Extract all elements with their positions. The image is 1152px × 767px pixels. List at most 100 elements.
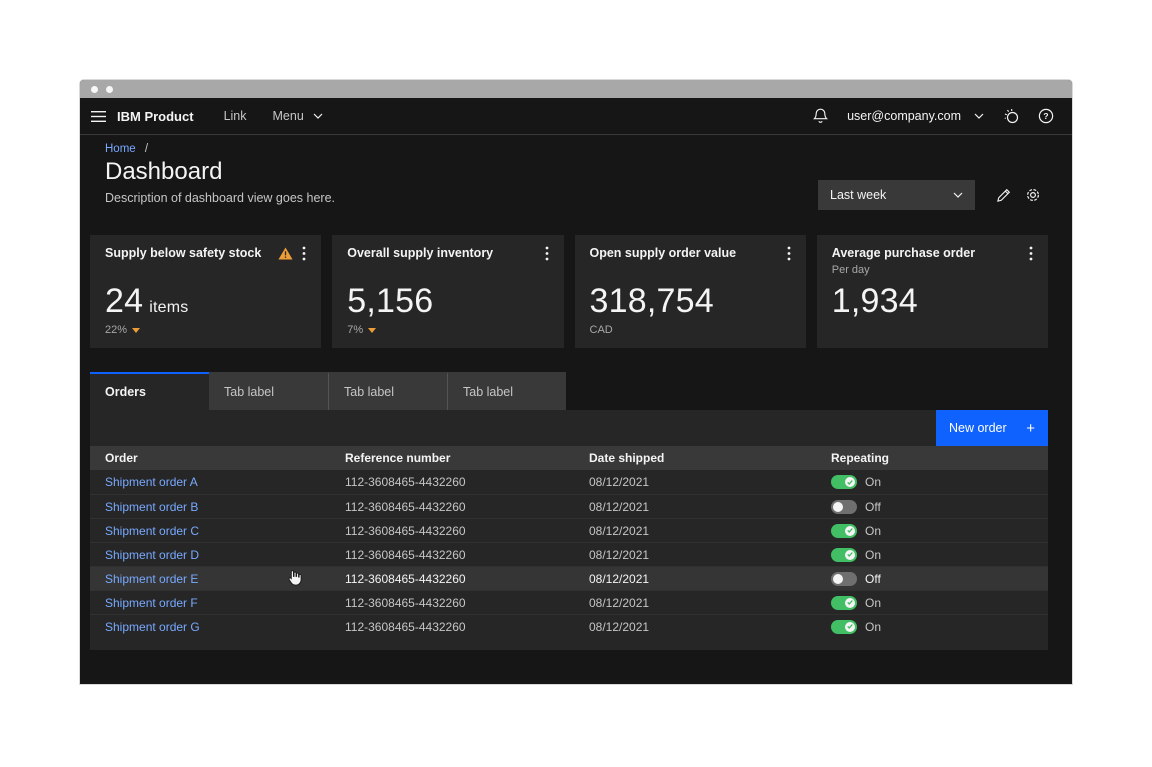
repeating-cell: On bbox=[831, 548, 1048, 562]
page-description: Description of dashboard view goes here. bbox=[105, 191, 335, 205]
pencil-icon bbox=[996, 188, 1011, 203]
tab-label-1[interactable]: Tab label bbox=[209, 372, 328, 410]
table-row[interactable]: Shipment order A112-3608465-443226008/12… bbox=[90, 470, 1048, 494]
tab-label-3[interactable]: Tab label bbox=[447, 372, 566, 410]
order-link[interactable]: Shipment order D bbox=[105, 548, 199, 562]
date-shipped-cell: 08/12/2021 bbox=[589, 572, 831, 586]
menu-toggle-button[interactable] bbox=[80, 98, 117, 135]
overflow-menu-button[interactable] bbox=[787, 246, 791, 261]
column-header-reference[interactable]: Reference number bbox=[345, 451, 589, 465]
nav-menu[interactable]: Menu bbox=[273, 109, 323, 123]
column-header-order[interactable]: Order bbox=[90, 451, 345, 465]
date-shipped-cell: 08/12/2021 bbox=[589, 500, 831, 514]
order-link[interactable]: Shipment order G bbox=[105, 620, 200, 634]
kebab-icon bbox=[302, 246, 306, 261]
overflow-menu-button[interactable] bbox=[545, 246, 549, 261]
reference-number-cell: 112-3608465-4432260 bbox=[345, 596, 589, 610]
order-cell: Shipment order F bbox=[90, 596, 345, 610]
theme-awake-button[interactable] bbox=[997, 102, 1025, 130]
order-cell: Shipment order E bbox=[90, 572, 345, 586]
repeating-toggle[interactable] bbox=[831, 596, 857, 610]
bell-icon bbox=[813, 108, 828, 124]
metric-delta-value: 7% bbox=[347, 324, 363, 336]
column-header-repeating[interactable]: Repeating bbox=[831, 451, 1048, 465]
metric-card-value: 318,754 bbox=[590, 281, 714, 321]
order-cell: Shipment order D bbox=[90, 548, 345, 562]
window-control-dot[interactable] bbox=[91, 86, 98, 93]
repeating-toggle[interactable] bbox=[831, 524, 857, 538]
toggle-knob bbox=[833, 574, 843, 584]
toggle-knob bbox=[845, 598, 855, 608]
overflow-menu-button[interactable] bbox=[302, 246, 306, 261]
date-shipped-cell: 08/12/2021 bbox=[589, 475, 831, 489]
warning-icon bbox=[278, 247, 293, 260]
plus-icon: + bbox=[1026, 421, 1035, 436]
kebab-icon bbox=[545, 246, 549, 261]
toggle-knob bbox=[845, 477, 855, 487]
table-row[interactable]: Shipment order F112-3608465-443226008/12… bbox=[90, 590, 1048, 614]
edit-dashboard-button[interactable] bbox=[988, 180, 1018, 210]
metric-delta: 22% bbox=[105, 324, 140, 336]
metric-value-number: 318,754 bbox=[590, 282, 714, 320]
metric-value-number: 24 bbox=[105, 282, 143, 320]
caret-down-icon bbox=[368, 328, 376, 333]
repeating-toggle[interactable] bbox=[831, 620, 857, 634]
toggle-state-label: Off bbox=[865, 500, 881, 514]
repeating-cell: On bbox=[831, 596, 1048, 610]
breadcrumb-separator: / bbox=[145, 143, 148, 155]
tab-orders[interactable]: Orders bbox=[90, 372, 209, 410]
app-window: IBM Product Link Menu user@company.com bbox=[80, 80, 1072, 684]
window-control-dot[interactable] bbox=[106, 86, 113, 93]
toggle-state-label: Off bbox=[865, 572, 881, 586]
new-order-button[interactable]: New order + bbox=[936, 410, 1048, 446]
table-row[interactable]: Shipment order E112-3608465-443226008/12… bbox=[90, 566, 1048, 590]
table-row[interactable]: Shipment order C112-3608465-443226008/12… bbox=[90, 518, 1048, 542]
user-menu[interactable]: user@company.com bbox=[847, 109, 984, 123]
metric-delta: 7% bbox=[347, 324, 376, 336]
tab-label-2[interactable]: Tab label bbox=[328, 372, 447, 410]
toggle-state-label: On bbox=[865, 620, 881, 634]
order-link[interactable]: Shipment order A bbox=[105, 475, 198, 489]
order-link[interactable]: Shipment order F bbox=[105, 596, 198, 610]
overflow-menu-button[interactable] bbox=[1029, 246, 1033, 261]
breadcrumb: Home / bbox=[105, 143, 148, 155]
window-titlebar[interactable] bbox=[80, 80, 1072, 98]
metric-card-value: 24items bbox=[105, 281, 188, 328]
metric-card-header: Overall supply inventory bbox=[347, 246, 548, 261]
order-link[interactable]: Shipment order E bbox=[105, 572, 198, 586]
chevron-down-icon bbox=[974, 113, 984, 119]
table-row[interactable]: Shipment order D112-3608465-443226008/12… bbox=[90, 542, 1048, 566]
metric-card-header: Open supply order value bbox=[590, 246, 791, 261]
awake-icon bbox=[1003, 108, 1020, 125]
metric-card: Open supply order value318,754CAD bbox=[575, 235, 806, 348]
settings-button[interactable] bbox=[1018, 180, 1048, 210]
date-shipped-cell: 08/12/2021 bbox=[589, 548, 831, 562]
order-link[interactable]: Shipment order B bbox=[105, 500, 198, 514]
metric-card-value: 5,156 bbox=[347, 281, 433, 321]
product-name[interactable]: IBM Product bbox=[117, 109, 194, 124]
metric-card-subtitle: Per day bbox=[832, 264, 1033, 276]
repeating-toggle[interactable] bbox=[831, 475, 857, 489]
table-row[interactable]: Shipment order B112-3608465-443226008/12… bbox=[90, 494, 1048, 518]
nav-link[interactable]: Link bbox=[224, 109, 247, 123]
gear-icon bbox=[1025, 187, 1041, 203]
table-row[interactable]: Shipment order G112-3608465-443226008/12… bbox=[90, 614, 1048, 638]
repeating-toggle[interactable] bbox=[831, 500, 857, 514]
caret-down-icon bbox=[132, 328, 140, 333]
toggle-knob bbox=[845, 550, 855, 560]
kebab-icon bbox=[787, 246, 791, 261]
column-header-date[interactable]: Date shipped bbox=[589, 451, 831, 465]
period-dropdown[interactable]: Last week bbox=[818, 180, 975, 210]
metric-card-title: Overall supply inventory bbox=[347, 246, 493, 260]
notifications-button[interactable] bbox=[806, 102, 834, 130]
repeating-toggle[interactable] bbox=[831, 572, 857, 586]
breadcrumb-home[interactable]: Home bbox=[105, 143, 136, 155]
help-button[interactable]: ? bbox=[1032, 102, 1060, 130]
order-link[interactable]: Shipment order C bbox=[105, 524, 199, 538]
metric-card-icons bbox=[545, 246, 549, 261]
app-header: IBM Product Link Menu user@company.com bbox=[80, 98, 1072, 135]
tab-label: Orders bbox=[105, 385, 146, 399]
metric-card-title: Supply below safety stock bbox=[105, 246, 261, 260]
repeating-toggle[interactable] bbox=[831, 548, 857, 562]
dashboard-page: Home / Dashboard Description of dashboar… bbox=[80, 135, 1072, 650]
